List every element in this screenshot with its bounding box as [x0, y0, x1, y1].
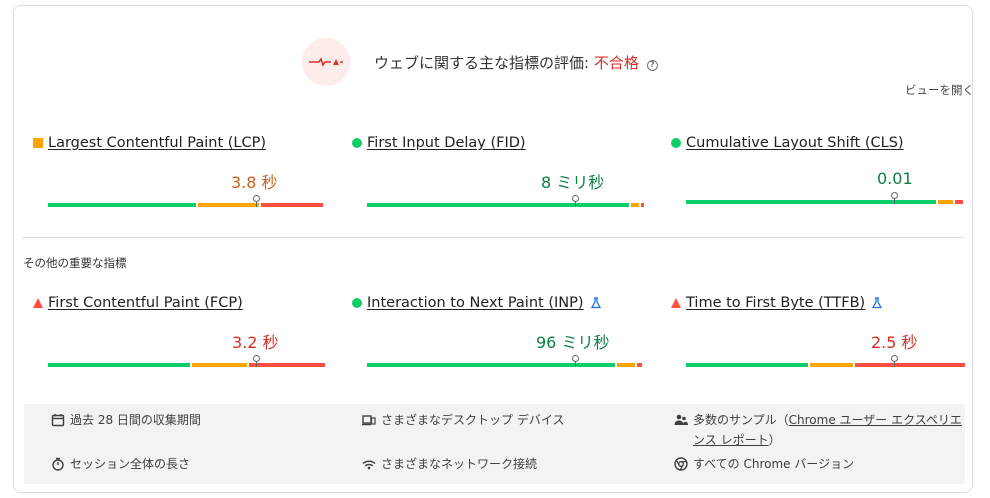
- metric-fcp: First Contentful Paint (FCP) 3.2 秒: [33, 295, 333, 375]
- metric-fid-marker: [572, 195, 579, 207]
- metric-cls-value: 0.01: [877, 169, 913, 188]
- collection-period-text: 過去 28 日間の収集期間: [70, 413, 201, 427]
- sample-suffix: ）: [768, 433, 781, 447]
- device-types-text: さまざまなデスクトップ デバイス: [381, 413, 565, 427]
- flask-icon: [590, 297, 601, 309]
- orange-square-icon: [33, 138, 43, 148]
- calendar-icon: [51, 414, 65, 427]
- metric-inp-label[interactable]: Interaction to Next Paint (INP): [367, 295, 584, 311]
- metric-cls-label[interactable]: Cumulative Layout Shift (CLS): [686, 135, 904, 151]
- timer-icon: [52, 457, 64, 471]
- device-types: さまざまなデスクトップ デバイス: [362, 410, 564, 430]
- metric-ttfb-value: 2.5 秒: [871, 333, 918, 352]
- metric-inp-distribution-bar: [367, 363, 644, 367]
- assessment-title: ウェブに関する主な指標の評価: 不合格?: [374, 52, 658, 73]
- metric-fid: First Input Delay (FID) 8 ミリ秒: [352, 135, 652, 215]
- red-triangle-icon: [671, 298, 681, 308]
- metric-fcp-value: 3.2 秒: [232, 333, 279, 352]
- metric-lcp-marker: [253, 195, 260, 207]
- data-source-footer: 過去 28 日間の収集期間 さまざまなデスクトップ デバイス 多数のサンプル（C…: [24, 404, 965, 484]
- pulse-gauge-icon: [302, 38, 350, 86]
- metric-inp-marker: [572, 355, 579, 367]
- assessment-title-prefix: ウェブに関する主な指標の評価:: [374, 53, 594, 72]
- green-circle-icon: [352, 298, 362, 308]
- metric-cls-distribution-bar: [686, 200, 965, 204]
- metric-fcp-distribution-bar: [48, 363, 327, 367]
- sample-source-text: 多数のサンプル（Chrome ユーザー エクスペリエンス レポート）: [693, 410, 964, 450]
- collection-period: 過去 28 日間の収集期間: [51, 410, 201, 430]
- devices-icon: [362, 415, 376, 426]
- help-circle-icon[interactable]: ?: [646, 59, 658, 71]
- chrome-versions-text: すべての Chrome バージョン: [693, 457, 855, 471]
- green-circle-icon: [352, 138, 362, 148]
- wifi-icon: [362, 460, 376, 470]
- metric-fcp-label[interactable]: First Contentful Paint (FCP): [48, 295, 243, 311]
- metric-lcp-label[interactable]: Largest Contentful Paint (LCP): [48, 135, 266, 151]
- flask-icon: [872, 297, 883, 309]
- expand-view-link[interactable]: ビューを開く: [905, 82, 974, 98]
- metric-fcp-marker: [253, 355, 260, 367]
- chrome-versions: すべての Chrome バージョン: [674, 454, 854, 474]
- metric-cls: Cumulative Layout Shift (CLS) 0.01: [671, 135, 971, 215]
- green-circle-icon: [671, 138, 681, 148]
- metric-ttfb-marker: [891, 355, 898, 367]
- assessment-header: ウェブに関する主な指標の評価: 不合格?: [302, 38, 658, 86]
- metric-ttfb-label[interactable]: Time to First Byte (TTFB): [686, 295, 865, 311]
- metric-inp-value: 96 ミリ秒: [536, 333, 610, 352]
- chrome-icon: [674, 457, 688, 471]
- metric-lcp: Largest Contentful Paint (LCP) 3.8 秒: [33, 135, 333, 215]
- metric-ttfb-distribution-bar: [686, 363, 967, 367]
- metric-cls-marker: [891, 192, 898, 204]
- metric-ttfb: Time to First Byte (TTFB) 2.5 秒: [671, 295, 971, 375]
- metric-fid-value: 8 ミリ秒: [541, 173, 605, 192]
- metric-fid-distribution-bar: [367, 203, 646, 207]
- section-divider: [22, 237, 964, 238]
- sample-source: 多数のサンプル（Chrome ユーザー エクスペリエンス レポート）: [674, 410, 964, 450]
- session-length: セッション全体の長さ: [51, 454, 190, 474]
- red-triangle-icon: [33, 298, 43, 308]
- sample-prefix: 多数のサンプル（: [693, 413, 789, 427]
- metric-fid-label[interactable]: First Input Delay (FID): [367, 135, 526, 151]
- assessment-status: 不合格: [593, 53, 639, 72]
- other-metrics-heading: その他の重要な指標: [23, 256, 127, 270]
- network-types-text: さまざまなネットワーク接続: [381, 457, 538, 471]
- metric-lcp-distribution-bar: [48, 203, 325, 207]
- metric-inp: Interaction to Next Paint (INP) 96 ミリ秒: [352, 295, 652, 375]
- metric-lcp-value: 3.8 秒: [231, 173, 278, 192]
- session-length-text: セッション全体の長さ: [70, 457, 191, 471]
- users-icon: [674, 414, 688, 425]
- network-types: さまざまなネットワーク接続: [362, 454, 537, 474]
